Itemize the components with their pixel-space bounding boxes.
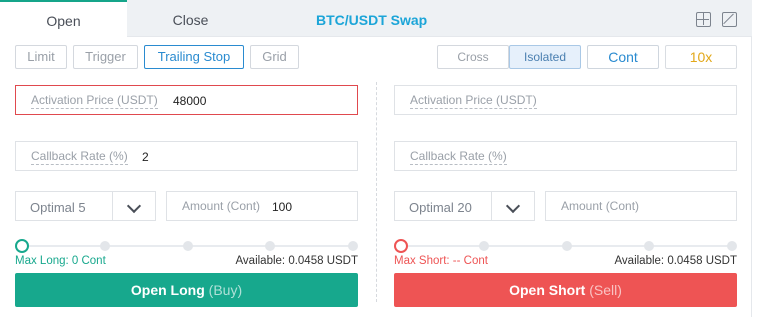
slider-step[interactable] (348, 241, 358, 251)
trade-panel: Open Close BTC/USDT Swap Limit Trigger T… (0, 0, 752, 317)
long-optimal-value: Optimal 5 (30, 200, 86, 215)
slider-step[interactable] (479, 241, 489, 251)
open-long-button[interactable]: Open Long (Buy) (15, 273, 358, 307)
open-long-sub-label: (Buy) (208, 282, 243, 298)
slider-step[interactable] (562, 241, 572, 251)
slider-handle[interactable] (394, 239, 408, 253)
long-amount-label: Amount (Cont) (182, 199, 261, 213)
tab-close[interactable]: Close (127, 0, 254, 37)
order-type-trailing-stop[interactable]: Trailing Stop (144, 45, 244, 69)
short-amount-field[interactable]: Amount (Cont) (545, 191, 737, 221)
open-short-label: Open Short (509, 282, 586, 298)
long-activation-price-label: Activation Price (USDT) (31, 93, 158, 109)
short-callback-rate-field[interactable]: Callback Rate (%) (394, 141, 737, 171)
slider-step[interactable] (100, 241, 110, 251)
leverage-button[interactable]: 10x (665, 45, 737, 69)
short-amount-slider[interactable] (394, 239, 737, 253)
slider-step[interactable] (183, 241, 193, 251)
short-max-label: Max Short: -- Cont (394, 255, 488, 267)
long-max-label: Max Long: 0 Cont (15, 255, 106, 267)
short-activation-price-label: Activation Price (USDT) (410, 93, 537, 109)
long-available-label: Available: 0.0458 USDT (235, 255, 358, 267)
order-type-trigger[interactable]: Trigger (73, 45, 138, 69)
long-activation-price-field[interactable]: Activation Price (USDT) 48000 (15, 85, 358, 115)
order-type-grid[interactable]: Grid (250, 45, 299, 69)
short-optimal-select[interactable]: Optimal 20 (394, 191, 535, 221)
margin-isolated-button[interactable]: Isolated (509, 45, 581, 69)
long-amount-field[interactable]: Amount (Cont) 100 (166, 191, 358, 221)
percent-icon[interactable] (722, 12, 737, 27)
short-amount-label: Amount (Cont) (561, 199, 640, 213)
instrument-title: BTC/USDT Swap (316, 12, 428, 28)
short-optimal-value: Optimal 20 (409, 200, 472, 215)
chevron-down-icon (126, 198, 142, 214)
short-available-label: Available: 0.0458 USDT (614, 255, 737, 267)
slider-step[interactable] (727, 241, 737, 251)
open-short-sub-label: (Sell) (589, 282, 622, 298)
long-amount-slider[interactable] (15, 239, 358, 253)
select-divider (112, 192, 113, 220)
unit-cont-button[interactable]: Cont (587, 45, 659, 69)
slider-step[interactable] (265, 241, 275, 251)
select-divider (491, 192, 492, 220)
open-short-button[interactable]: Open Short (Sell) (394, 273, 737, 307)
long-callback-rate-label: Callback Rate (%) (31, 149, 128, 165)
open-long-label: Open Long (130, 282, 205, 298)
long-amount-value: 100 (272, 200, 293, 214)
sides-divider (376, 82, 377, 302)
long-callback-rate-field[interactable]: Callback Rate (%) 2 (15, 141, 358, 171)
margin-cross-button[interactable]: Cross (437, 45, 509, 69)
short-activation-price-field[interactable]: Activation Price (USDT) (394, 85, 737, 115)
order-type-limit[interactable]: Limit (15, 45, 67, 69)
long-callback-rate-value: 2 (142, 150, 149, 164)
tab-open[interactable]: Open (0, 0, 127, 38)
slider-handle[interactable] (15, 239, 29, 253)
calculator-icon[interactable] (696, 12, 711, 27)
long-optimal-select[interactable]: Optimal 5 (15, 191, 156, 221)
chevron-down-icon (505, 198, 521, 214)
panel-header: Open Close BTC/USDT Swap (0, 0, 752, 38)
short-callback-rate-label: Callback Rate (%) (410, 149, 507, 165)
slider-step[interactable] (644, 241, 654, 251)
long-activation-price-value: 48000 (173, 94, 207, 108)
